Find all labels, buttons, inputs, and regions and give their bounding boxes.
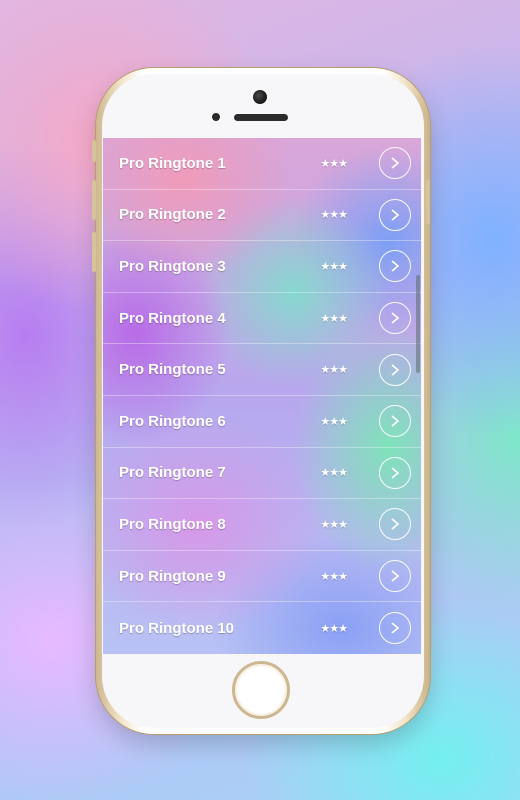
rating-stars: ★★★ <box>320 622 348 635</box>
chevron-right-icon[interactable] <box>379 147 411 180</box>
ringtone-name: Pro Ringtone 1 <box>119 154 226 172</box>
rating-stars: ★★★ <box>320 570 348 583</box>
list-item[interactable]: Pro Ringtone 4 ★★★ <box>103 293 421 345</box>
ringtone-name: Pro Ringtone 10 <box>119 619 235 637</box>
ringtone-name: Pro Ringtone 7 <box>119 464 226 482</box>
ringtone-name: Pro Ringtone 2 <box>119 206 226 224</box>
chevron-right-icon[interactable] <box>379 302 411 335</box>
chevron-right-icon[interactable] <box>379 560 411 593</box>
volume-up-button <box>92 180 96 220</box>
scrollbar[interactable] <box>416 275 420 373</box>
rating-stars: ★★★ <box>320 157 348 170</box>
list-item[interactable]: Pro Ringtone 7 ★★★ <box>103 448 421 500</box>
chevron-right-icon[interactable] <box>379 456 411 489</box>
rating-stars: ★★★ <box>320 518 348 531</box>
rating-stars: ★★★ <box>320 260 348 273</box>
rating-stars: ★★★ <box>320 312 348 325</box>
chevron-right-icon[interactable] <box>379 250 411 283</box>
list-item[interactable]: Pro Ringtone 3 ★★★ <box>103 241 421 293</box>
earpiece-speaker <box>234 114 288 121</box>
volume-down-button <box>92 232 96 272</box>
ringtone-name: Pro Ringtone 4 <box>119 309 226 327</box>
list-item[interactable]: Pro Ringtone 6 ★★★ <box>103 396 421 448</box>
list-item[interactable]: Pro Ringtone 2 ★★★ <box>103 190 421 242</box>
ringtone-name: Pro Ringtone 8 <box>119 515 226 533</box>
chevron-right-icon[interactable] <box>379 198 411 231</box>
mute-switch <box>92 140 96 162</box>
ringtone-name: Pro Ringtone 9 <box>119 567 226 585</box>
list-item[interactable]: Pro Ringtone 5 ★★★ <box>103 344 421 396</box>
chevron-right-icon[interactable] <box>379 612 411 645</box>
home-button[interactable] <box>232 661 290 719</box>
ringtone-list: Pro Ringtone 1 ★★★ Pro Ringtone 2 ★★★ Pr… <box>103 138 421 654</box>
chevron-right-icon[interactable] <box>379 508 411 541</box>
ringtone-name: Pro Ringtone 5 <box>119 361 226 379</box>
rating-stars: ★★★ <box>320 467 348 480</box>
proximity-sensor <box>212 113 220 121</box>
rating-stars: ★★★ <box>320 415 348 428</box>
list-item[interactable]: Pro Ringtone 9 ★★★ <box>103 551 421 603</box>
list-item[interactable]: Pro Ringtone 10 ★★★ <box>103 602 421 654</box>
front-camera <box>253 90 267 104</box>
ringtone-name: Pro Ringtone 3 <box>119 257 226 275</box>
rating-stars: ★★★ <box>320 364 348 377</box>
chevron-right-icon[interactable] <box>379 405 411 438</box>
power-button <box>426 180 430 224</box>
list-item[interactable]: Pro Ringtone 8 ★★★ <box>103 499 421 551</box>
ringtone-name: Pro Ringtone 6 <box>119 412 226 430</box>
rating-stars: ★★★ <box>320 209 348 222</box>
list-item[interactable]: Pro Ringtone 1 ★★★ <box>103 138 421 190</box>
chevron-right-icon[interactable] <box>379 353 411 386</box>
